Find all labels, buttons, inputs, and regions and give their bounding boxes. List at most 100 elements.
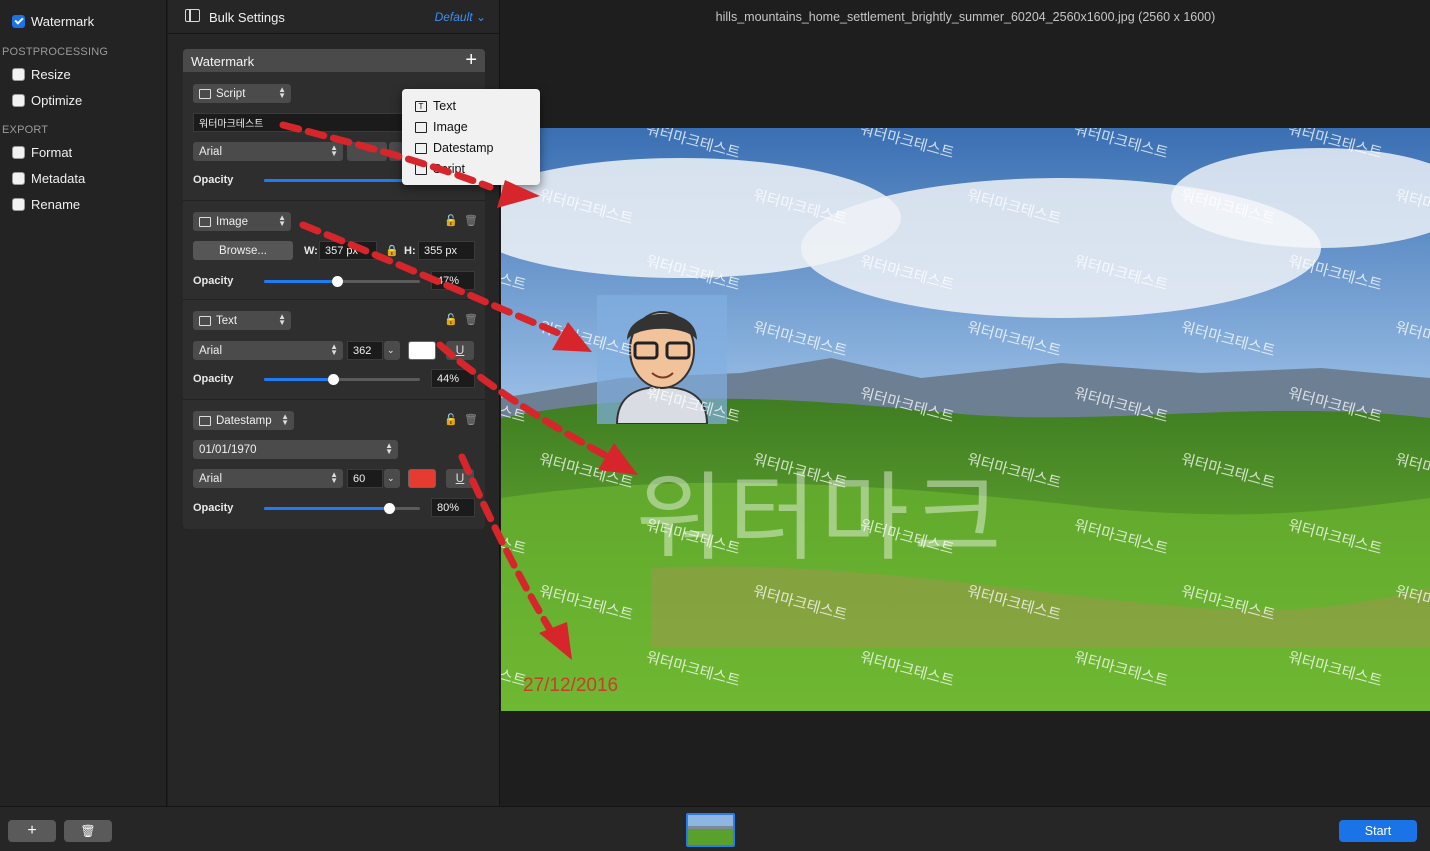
datestamp-section: Datestamp ▲ ▼ 🔓 🗑 01/01/1970 ▲ ▼ Arial ▲ ▼ … [183,400,485,529]
stepper-icon: ▲ ▼ [281,412,289,427]
preview-image[interactable]: 워터마크 27/12/2016 워터마크테스트 워터마크테스트 워터마크테스트 워터마… [501,128,1430,711]
calendar-icon [415,142,427,154]
script-opacity-slider[interactable] [264,179,414,182]
menu-item-text[interactable]: T Text [415,99,456,113]
menu-item-label: Script [433,162,465,176]
script-size-dropdown[interactable] [389,142,403,161]
image-opacity-label: Opacity [193,275,234,287]
text-icon: T [415,100,427,112]
datestamp-type-select[interactable]: Datestamp ▲ ▼ [193,411,294,430]
aspect-lock-icon[interactable]: 🔒 [385,244,399,257]
slider-fill [264,378,333,381]
optimize-checkbox[interactable] [12,94,25,107]
slider-knob[interactable] [332,276,344,287]
image-opacity-slider[interactable] [264,276,420,287]
sidebar-item-metadata[interactable]: Metadata [12,171,85,186]
image-icon [199,216,211,227]
bottom-bar: + 🗑 Start [0,806,1430,851]
datestamp-size-input[interactable]: 60 [347,469,383,488]
stepper-icon: ▲ ▼ [385,441,393,456]
slider-knob[interactable] [383,503,395,514]
script-opacity-label: Opacity [193,174,234,186]
datestamp-color-swatch[interactable] [408,469,436,488]
text-opacity-input[interactable]: 44% [431,369,475,388]
sidebar-item-watermark[interactable]: Watermark [12,14,94,29]
sidebar-item-rename[interactable]: Rename [12,197,80,212]
text-color-swatch[interactable] [408,341,436,360]
trash-icon[interactable]: 🗑 [464,214,478,227]
script-font-select[interactable]: Arial ▲ ▼ [193,142,343,161]
menu-item-label: Datestamp [433,141,494,155]
datestamp-opacity-slider[interactable] [264,503,420,514]
width-input[interactable]: 357 px [319,241,377,260]
remove-image-button[interactable]: 🗑 [64,820,112,842]
text-type-select[interactable]: Text ▲ ▼ [193,311,291,330]
sidebar-item-format[interactable]: Format [12,145,72,160]
calendar-icon [199,415,211,426]
text-opacity-slider[interactable] [264,374,420,385]
add-watermark-button[interactable]: + [465,49,477,71]
sidebar: Watermark POSTPROCESSING Resize Optimize… [0,0,167,806]
script-type-select[interactable]: Script ▲ ▼ [193,84,291,103]
slider-fill [264,280,338,283]
image-icon [415,121,427,133]
text-icon [199,315,211,326]
watermark-checkbox[interactable] [12,15,25,28]
browse-button[interactable]: Browse... [193,241,293,260]
image-thumbnail[interactable] [686,813,735,847]
preset-dropdown[interactable]: Default ⌄ [435,10,486,24]
sidebar-item-resize[interactable]: Resize [12,67,71,82]
lock-icon[interactable]: 🔓 [444,413,458,426]
text-font-select[interactable]: Arial ▲ ▼ [193,341,343,360]
lock-icon[interactable]: 🔓 [444,313,458,326]
lock-icon[interactable]: 🔓 [444,214,458,227]
datestamp-underline-button[interactable]: U [446,469,474,488]
sidebar-item-optimize[interactable]: Optimize [12,93,82,108]
sidebar-toggle-icon[interactable] [185,9,200,22]
text-type-label: Text [216,314,238,327]
slider-fill [264,179,404,182]
height-input[interactable]: 355 px [418,241,475,260]
text-size-dropdown[interactable]: ⌄ [384,341,400,360]
script-text-input[interactable]: 워터마크테스트 [193,113,411,132]
start-button[interactable]: Start [1339,820,1417,842]
datestamp-opacity-label: Opacity [193,502,234,514]
stepper-icon: ▲ ▼ [330,342,338,357]
add-image-button[interactable]: + [8,820,56,842]
trash-icon[interactable]: 🗑 [464,313,478,326]
sidebar-item-label: Format [31,145,73,160]
resize-checkbox[interactable] [12,68,25,81]
preview-area: hills_mountains_home_settlement_brightly… [501,0,1430,806]
script-size-select[interactable] [347,142,387,161]
date-format-select[interactable]: 01/01/1970 ▲ ▼ [193,440,398,459]
slider-fill [264,507,389,510]
add-watermark-menu: T Text Image Datestamp Script [402,89,540,185]
datestamp-opacity-input[interactable]: 80% [431,498,475,517]
thumbnail-photo [688,815,733,845]
text-section: Text ▲ ▼ 🔓 🗑 Arial ▲ ▼ 362 ⌄ U Opacity 44% [183,300,485,400]
trash-icon[interactable]: 🗑 [464,413,478,426]
metadata-checkbox[interactable] [12,172,25,185]
date-watermark: 27/12/2016 [523,675,619,696]
text-size-input[interactable]: 362 [347,341,383,360]
menu-item-image[interactable]: Image [415,120,468,134]
menu-item-script[interactable]: Script [415,162,465,176]
datestamp-font-select[interactable]: Arial ▲ ▼ [193,469,343,488]
image-opacity-input[interactable]: 47% [431,271,475,290]
chevron-down-icon: ⌄ [387,345,395,355]
text-underline-button[interactable]: U [446,341,474,360]
text-font-label: Arial [199,344,223,357]
section-postprocessing: POSTPROCESSING [2,46,109,58]
chevron-down-icon: ⌄ [475,10,486,24]
height-label: H: [404,245,416,257]
format-checkbox[interactable] [12,146,25,159]
datestamp-size-dropdown[interactable]: ⌄ [384,469,400,488]
rename-checkbox[interactable] [12,198,25,211]
slider-knob[interactable] [327,374,339,385]
sidebar-item-label: Metadata [31,171,86,186]
width-label: W: [304,245,318,257]
stepper-icon: ▲ ▼ [278,213,286,228]
image-type-select[interactable]: Image ▲ ▼ [193,212,291,231]
datestamp-type-label: Datestamp [216,414,272,427]
menu-item-datestamp[interactable]: Datestamp [415,141,493,155]
